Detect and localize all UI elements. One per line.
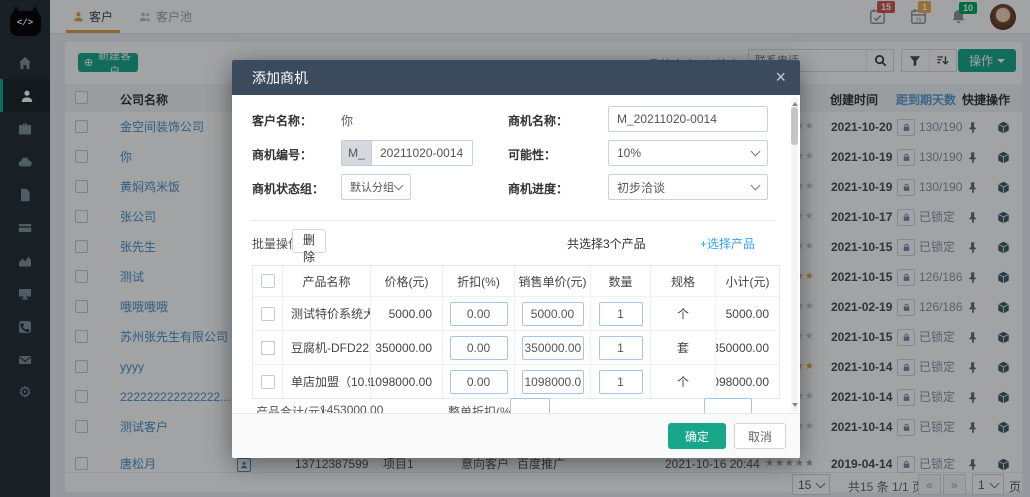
- selected-count: 共选择3个产品: [567, 235, 646, 252]
- modal-header: 添加商机: [232, 60, 800, 95]
- chevron-down-icon: [751, 147, 761, 157]
- product-row: 豆腐机-DFD22 350000.00 套 350000.00: [253, 331, 779, 365]
- col-subtotal: 小计(元): [716, 266, 779, 296]
- col-unit-price: 销售单价(元): [515, 266, 591, 296]
- product-checkbox[interactable]: [261, 341, 275, 355]
- discounted-total-input[interactable]: [704, 398, 752, 414]
- app-window: </> ⚙: [0, 0, 1030, 497]
- unit-price-input[interactable]: [522, 336, 584, 360]
- product-price: 1098000.00: [371, 365, 443, 398]
- modal-title: 添加商机: [252, 68, 308, 88]
- status-group-label: 商机状态组：: [252, 180, 324, 197]
- confirm-button[interactable]: 确定: [668, 423, 726, 449]
- customer-name-value: 你: [341, 112, 353, 129]
- delete-button[interactable]: 删除: [292, 229, 326, 253]
- product-row: 测试特价系统大 5000.00 个 5000.00: [253, 297, 779, 331]
- modal-body: 客户名称： 你 商机名称： 商机编号： M_ 可能性： 10% 商机状态组： 默…: [232, 95, 800, 414]
- product-name: 测试特价系统大: [283, 297, 371, 330]
- product-spec: 个: [651, 297, 716, 330]
- modal-scrollbar[interactable]: [791, 97, 798, 412]
- opportunity-code-input[interactable]: [371, 140, 473, 166]
- probability-label: 可能性：: [508, 146, 556, 163]
- scroll-up-arrow[interactable]: [792, 99, 798, 106]
- product-table: 产品名称 价格(元) 折扣(%) 销售单价(元) 数量 规格 小计(元) 测试特…: [252, 265, 780, 399]
- product-name: 单店加盟（10.9: [283, 365, 371, 398]
- select-all-products-checkbox[interactable]: [261, 274, 275, 288]
- product-spec: 套: [651, 331, 716, 364]
- code-prefix: M_: [341, 140, 371, 166]
- product-row: 单店加盟（10.9 1098000.00 个 1098000.00: [253, 365, 779, 398]
- product-checkbox[interactable]: [261, 375, 275, 389]
- cancel-button[interactable]: 取消: [734, 423, 786, 449]
- product-price: 350000.00: [371, 331, 443, 364]
- chevron-down-icon: [394, 181, 404, 191]
- customer-name-label: 客户名称：: [252, 112, 312, 129]
- col-qty: 数量: [591, 266, 651, 296]
- col-price: 价格(元): [371, 266, 443, 296]
- discount-input[interactable]: [450, 302, 508, 326]
- probability-select[interactable]: 10%: [608, 140, 768, 166]
- unit-price-input[interactable]: [522, 302, 584, 326]
- product-name: 豆腐机-DFD22: [283, 331, 371, 364]
- opportunity-name-label: 商机名称：: [508, 112, 568, 129]
- close-icon[interactable]: ×: [775, 66, 786, 88]
- section-divider: [252, 220, 776, 221]
- quantity-input[interactable]: [599, 302, 643, 326]
- product-subtotal: 5000.00: [716, 297, 779, 330]
- unit-price-input[interactable]: [522, 370, 584, 394]
- add-opportunity-modal: 添加商机 × 客户名称： 你 商机名称： 商机编号： M_ 可能性： 10% 商…: [232, 60, 800, 458]
- quantity-input[interactable]: [599, 336, 643, 360]
- add-product-link[interactable]: +选择产品: [700, 235, 755, 252]
- scroll-down-arrow[interactable]: [792, 403, 798, 410]
- discount-input[interactable]: [450, 336, 508, 360]
- product-subtotal: 1098000.00: [716, 365, 779, 398]
- order-discount-input[interactable]: [510, 398, 550, 414]
- status-group-select[interactable]: 默认分组: [341, 174, 411, 200]
- col-discount: 折扣(%): [443, 266, 515, 296]
- scrollbar-thumb[interactable]: [791, 107, 798, 145]
- chevron-down-icon: [751, 181, 761, 191]
- modal-footer: 确定 取消: [232, 413, 800, 458]
- product-checkbox[interactable]: [261, 307, 275, 321]
- totals-row: 产品合计(元): 1453000.00 整单折扣(%):: [252, 398, 776, 414]
- product-table-header: 产品名称 价格(元) 折扣(%) 销售单价(元) 数量 规格 小计(元): [253, 266, 779, 297]
- stage-label: 商机进度：: [508, 180, 568, 197]
- opportunity-name-input[interactable]: [608, 106, 768, 132]
- product-spec: 个: [651, 365, 716, 398]
- col-product-name: 产品名称: [283, 266, 371, 296]
- product-subtotal: 350000.00: [716, 331, 779, 364]
- stage-select[interactable]: 初步洽谈: [608, 174, 768, 200]
- quantity-input[interactable]: [599, 370, 643, 394]
- opportunity-code-label: 商机编号：: [252, 146, 312, 163]
- product-price: 5000.00: [371, 297, 443, 330]
- col-spec: 规格: [651, 266, 716, 296]
- discount-input[interactable]: [450, 370, 508, 394]
